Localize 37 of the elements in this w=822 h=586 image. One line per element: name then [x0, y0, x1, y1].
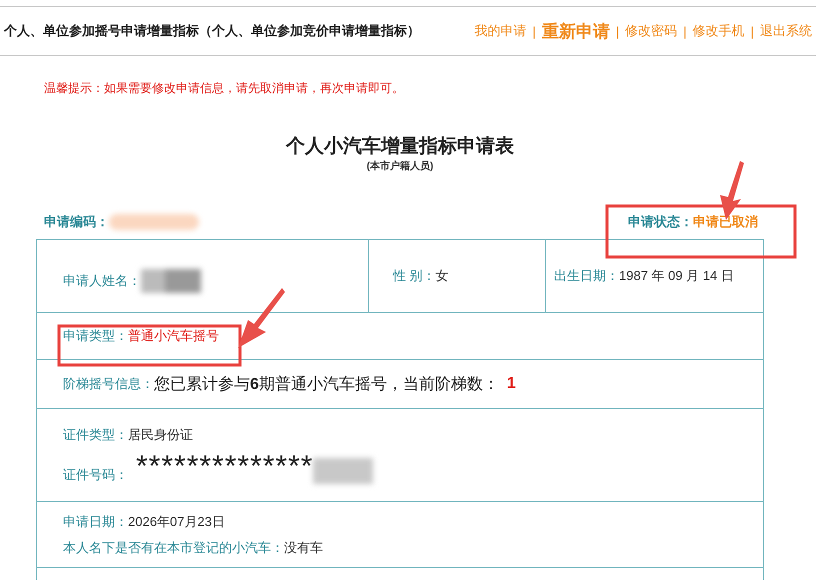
field-label: 申请编码：: [44, 213, 109, 231]
field-value: 2026年07月23日: [128, 512, 225, 530]
separator: |: [750, 24, 754, 38]
redaction-blur: [141, 269, 201, 293]
nav-link[interactable]: 修改密码: [625, 22, 678, 40]
field-label: 本人名下是否有在本市登记的小汽车：: [63, 538, 284, 556]
field-label: 证件类型：: [63, 426, 128, 444]
separator: |: [616, 24, 620, 38]
field-value: 居民身份证: [128, 426, 193, 444]
field-label: 申请状态：: [628, 213, 693, 231]
notice-text: 温馨提示：如果需要修改申请信息，请先取消申请，再次申请即可。: [44, 80, 405, 97]
field-value: 女: [436, 267, 449, 285]
status-value: 申请已取消: [693, 213, 758, 231]
form-subtitle: (本市户籍人员): [366, 159, 434, 173]
field-label: 证件号码：: [63, 466, 128, 484]
field-label: 申请类型：: [63, 327, 128, 345]
ladder-text: 您已累计参与6期普通小汽车摇号，当前阶梯数：: [154, 374, 499, 394]
ladder-count: 1: [506, 375, 516, 393]
field-value: 普通小汽车摇号: [128, 327, 219, 345]
redaction-blur: [313, 458, 374, 484]
nav-link[interactable]: 我的申请: [474, 22, 526, 40]
form-title: 个人小汽车增量指标申请表: [284, 134, 515, 159]
nav-link[interactable]: 修改手机: [692, 22, 745, 40]
nav-link[interactable]: 退出系统: [760, 22, 812, 40]
page-title: 个人、单位参加摇号申请增量指标（个人、单位参加竞价申请增量指标）: [4, 22, 420, 40]
field-label: 出生日期：: [554, 267, 619, 285]
separator: |: [532, 24, 536, 38]
field-label: 申请日期：: [63, 512, 128, 530]
separator: |: [683, 24, 687, 38]
field-label: 申请人姓名：: [63, 272, 141, 290]
field-label: 阶梯摇号信息：: [63, 375, 154, 393]
arrow-icon: [238, 288, 285, 348]
field-value: 1987 年 09 月 14 日: [619, 267, 734, 285]
field-value: **************: [136, 450, 314, 484]
field-label: 性 别：: [393, 267, 436, 285]
nav-link[interactable]: 重新申请: [542, 20, 610, 42]
field-value: 没有车: [284, 538, 323, 556]
